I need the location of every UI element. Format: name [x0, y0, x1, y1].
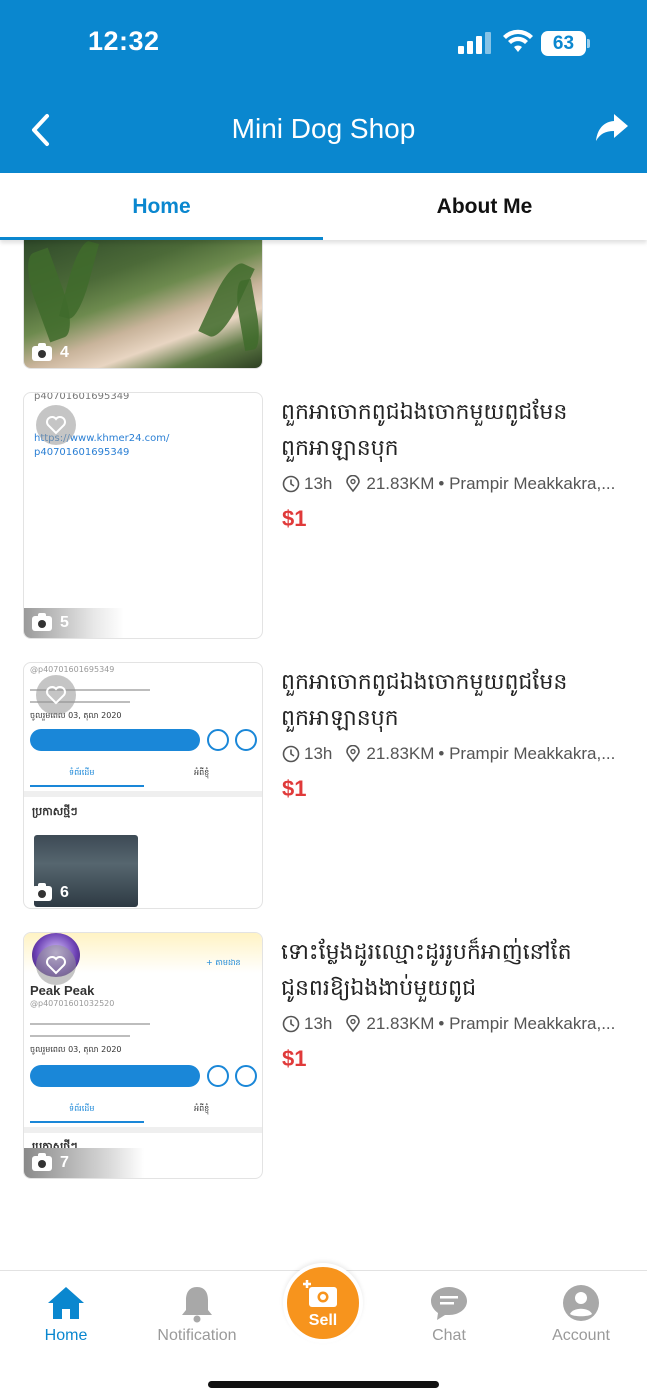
listing-title[interactable]: ទោះម្លែងដូរឈ្មោះដូររូបក៏អាញ់នៅតែ ជូនពរឱ្… — [281, 935, 626, 1007]
heart-icon — [46, 956, 66, 975]
listing-price: $1 — [282, 506, 307, 531]
listing-thumbnail[interactable]: p40701601695349 https://www.khmer24.com/… — [23, 392, 263, 639]
listing-title[interactable]: ពួកអាចោកពូជឯងចោកមួយពូជមែន ពួកអាឡានបុក — [281, 665, 626, 737]
listing-price: $1 — [282, 776, 307, 801]
add-photo-icon — [303, 1280, 337, 1307]
chat-icon — [431, 1287, 467, 1320]
location-pin-icon — [346, 1015, 361, 1033]
heart-icon — [46, 686, 66, 705]
camera-icon — [32, 882, 52, 901]
listing-thumbnail[interactable]: @p40701601695349 ចូលរួមពេល 03, តុលា 2020… — [23, 662, 263, 909]
clock-icon — [282, 745, 300, 763]
app-header: 12:32 63 Mini Dog Shop — [0, 0, 647, 173]
location-pin-icon — [346, 475, 361, 493]
favorite-button[interactable] — [36, 405, 76, 445]
clock-icon — [282, 1015, 300, 1033]
favorite-button[interactable] — [36, 945, 76, 985]
signal-icon — [458, 32, 492, 54]
wifi-icon — [503, 29, 533, 52]
camera-icon — [32, 612, 52, 631]
clock-icon — [282, 475, 300, 493]
tab-active-indicator — [0, 237, 323, 240]
camera-icon — [32, 1152, 52, 1171]
photo-count: 5 — [32, 612, 69, 632]
tab-about-me[interactable]: About Me — [323, 173, 646, 240]
battery-level: 63 — [541, 31, 586, 56]
sell-label: Sell — [308, 1312, 338, 1329]
photo-count: 6 — [32, 882, 69, 902]
camera-icon — [32, 342, 52, 361]
sell-button[interactable]: Sell — [283, 1263, 363, 1343]
account-icon — [563, 1285, 599, 1321]
favorite-button[interactable] — [36, 675, 76, 715]
listing-meta: 13h 21.83KM • Prampir Meakkakra,... — [282, 474, 627, 494]
photo-count: 7 — [32, 1152, 69, 1172]
home-icon — [48, 1287, 84, 1319]
listing-meta: 13h 21.83KM • Prampir Meakkakra,... — [282, 1014, 627, 1034]
listing-title[interactable]: ពួកអាចោកពូជឯងចោកមួយពូជមែន ពួកអាឡានបុក — [281, 395, 626, 467]
listing-thumbnail[interactable]: 4 — [23, 240, 263, 369]
home-indicator — [208, 1381, 439, 1388]
listing-price: $1 — [282, 1046, 307, 1071]
share-icon[interactable] — [594, 112, 630, 144]
bell-icon — [182, 1287, 212, 1323]
page-title: Mini Dog Shop — [231, 113, 416, 144]
tab-home[interactable]: Home — [0, 173, 323, 240]
listing-thumbnail[interactable]: + តាមដាន Peak Peak @p40701601032520 ចូលរ… — [23, 932, 263, 1179]
listing-meta: 13h 21.83KM • Prampir Meakkakra,... — [282, 744, 627, 764]
app-screen: 12:32 63 Mini Dog Shop Home About Me 4 p… — [0, 0, 647, 1400]
photo-count: 4 — [32, 342, 69, 362]
location-pin-icon — [346, 745, 361, 763]
status-time: 12:32 — [88, 26, 160, 56]
heart-icon — [46, 416, 66, 435]
shop-tabs: Home About Me — [0, 173, 647, 240]
battery-icon: 63 — [541, 31, 591, 56]
